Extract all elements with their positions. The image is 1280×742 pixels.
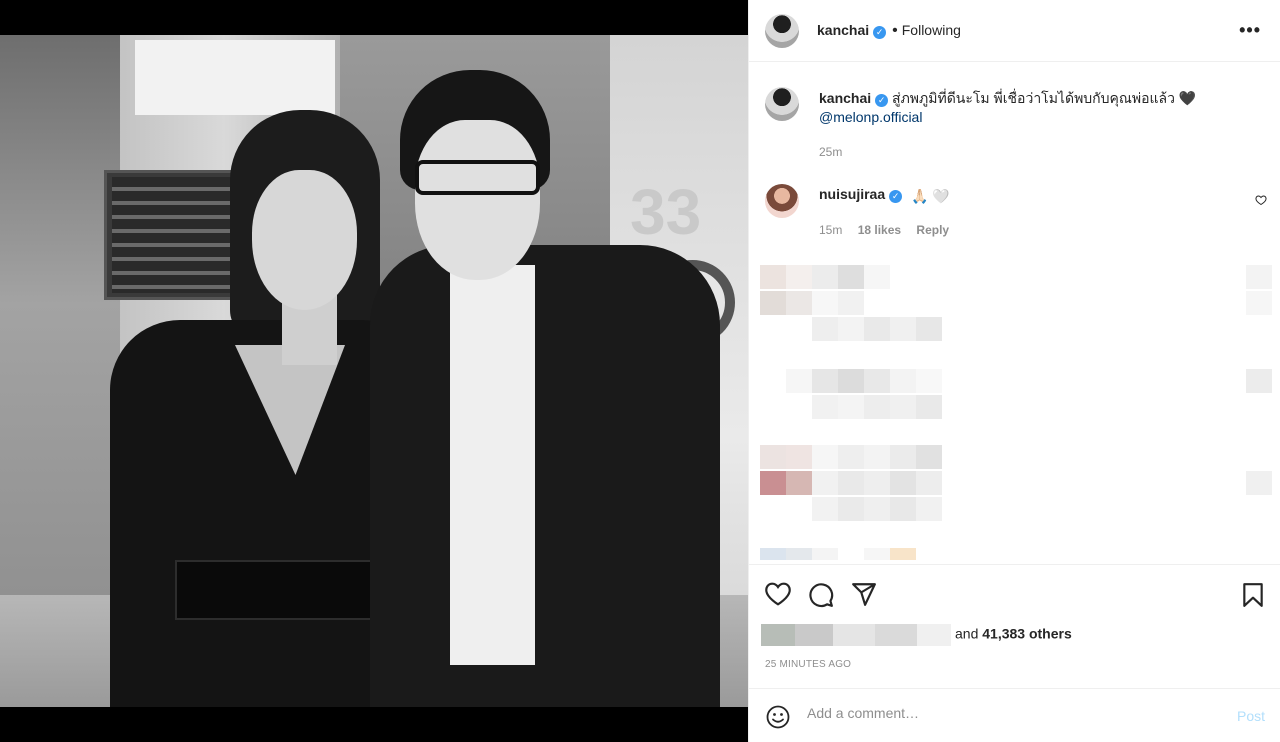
bookmark-icon[interactable] <box>1242 582 1264 608</box>
likes-summary[interactable]: and 41,383 others <box>761 624 1072 646</box>
post-header: kanchai ✓ • Following ••• <box>749 0 1280 62</box>
emoji-icon[interactable] <box>766 705 790 729</box>
comment-avatar[interactable] <box>765 184 799 218</box>
post-comment-button[interactable]: Post <box>1237 708 1265 724</box>
verified-badge-icon: ✓ <box>873 26 887 39</box>
caption-username[interactable]: kanchai <box>819 90 871 106</box>
comments-list[interactable]: kanchai ✓ สู่ภพภูมิที่ดีนะโม พี่เชื่อว่าโ… <box>749 63 1280 563</box>
comment-time[interactable]: 15m <box>819 223 842 237</box>
photo-backdrop-logo: 33 <box>630 176 702 248</box>
post-media[interactable]: 33 3 <box>0 0 748 742</box>
comment-username[interactable]: nuisujiraa <box>819 186 885 202</box>
comment-like-heart-icon[interactable] <box>1255 194 1267 206</box>
photo-man-jacket <box>370 245 720 707</box>
following-button[interactable]: Following <box>902 22 961 38</box>
post-actions: and 41,383 others 25 MINUTES AGO <box>749 564 1280 688</box>
author-avatar[interactable] <box>765 14 799 48</box>
photo-monitor-screen <box>112 177 236 293</box>
photo-man-face <box>415 120 540 280</box>
verified-badge-icon: ✓ <box>875 94 889 107</box>
comment-likes[interactable]: 18 likes <box>858 223 901 237</box>
separator-dot: • <box>892 22 898 39</box>
author-info: kanchai ✓ • Following <box>817 22 961 40</box>
comment-body: nuisujiraa ✓ 🙏🏻 🤍 <box>819 186 950 205</box>
caption-mention-link[interactable]: @melonp.official <box>819 109 922 125</box>
blurred-likers <box>761 624 951 646</box>
author-username[interactable]: kanchai <box>817 22 869 38</box>
photo-woman-belt <box>175 560 375 620</box>
photo-man-shirt <box>450 265 535 665</box>
caption-text: สู่ภพภูมิที่ดีนะโม พี่เชื่อว่าโมได้พบกับ… <box>892 90 1197 106</box>
comment-reply-button[interactable]: Reply <box>916 223 949 237</box>
comment-icon[interactable] <box>808 582 834 608</box>
share-icon[interactable] <box>851 582 877 606</box>
photo-ceiling-light <box>135 40 335 115</box>
likes-prefix: and <box>955 625 979 642</box>
post-caption: kanchai ✓ สู่ภพภูมิที่ดีนะโม พี่เชื่อว่าโ… <box>819 89 1249 127</box>
more-options-icon[interactable]: ••• <box>1239 20 1261 41</box>
comment-input[interactable] <box>807 705 1207 721</box>
caption-avatar[interactable] <box>765 87 799 121</box>
verified-badge-icon: ✓ <box>889 190 903 203</box>
likes-count[interactable]: 41,383 others <box>982 626 1072 642</box>
photo-man-glasses <box>415 160 540 195</box>
post-photo[interactable]: 33 3 <box>0 35 748 707</box>
comment-meta: 15m 18 likes Reply <box>819 223 961 237</box>
photo-woman-face <box>252 170 357 310</box>
heart-icon[interactable] <box>765 582 791 606</box>
post-sidebar: kanchai ✓ • Following ••• kanchai ✓ สู่ภพภูม… <box>748 0 1280 742</box>
caption-time[interactable]: 25m <box>819 145 842 159</box>
post-timestamp[interactable]: 25 MINUTES AGO <box>765 659 851 670</box>
comment-text: 🙏🏻 🤍 <box>911 188 950 204</box>
add-comment-bar: Post <box>749 688 1280 742</box>
